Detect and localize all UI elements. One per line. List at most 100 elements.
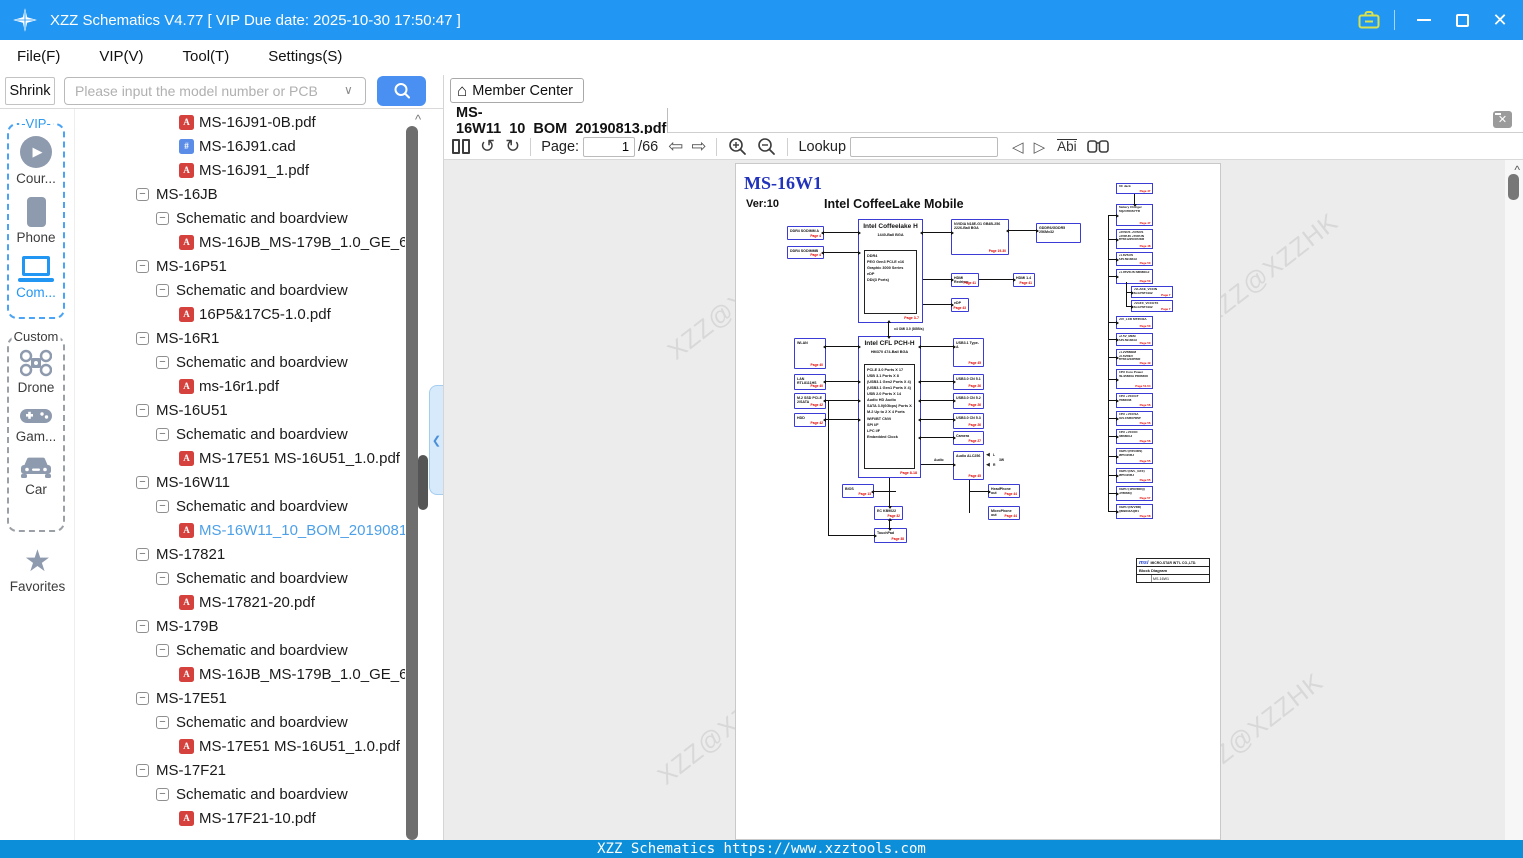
scroll-up-icon[interactable]: ^	[410, 112, 426, 127]
sidebar-item-drone[interactable]: Drone	[9, 349, 63, 395]
sidebar-item-car[interactable]: Car	[9, 455, 63, 497]
sidebar-item-label: Gam...	[15, 429, 57, 444]
page-number-input[interactable]	[583, 136, 636, 157]
collapse-minus-icon[interactable]: −	[136, 259, 149, 273]
next-page-icon[interactable]: ⇨	[691, 136, 706, 157]
lookup-input[interactable]	[850, 136, 999, 157]
tree-node[interactable]: − MS-17E51	[76, 686, 405, 710]
collapse-minus-icon[interactable]: −	[136, 691, 149, 705]
zoom-out-icon[interactable]	[757, 137, 776, 156]
collapse-minus-icon[interactable]: −	[156, 571, 169, 585]
pdf-file-icon: A	[179, 594, 194, 610]
tree-node[interactable]: − MS-17821	[76, 542, 405, 566]
collapse-minus-icon[interactable]: −	[156, 355, 169, 369]
two-page-view-icon[interactable]	[452, 139, 470, 154]
tree-file-item[interactable]: A MS-16JB_MS-179B_1.0_GE_6GM	[76, 230, 405, 254]
close-document-icon[interactable]: ✕	[1493, 111, 1512, 128]
collapse-panel-handle[interactable]: ❮	[429, 385, 443, 495]
collapse-minus-icon[interactable]: −	[156, 715, 169, 729]
briefcase-icon[interactable]	[1358, 11, 1380, 29]
tree-file-item[interactable]: A MS-16J91-0B.pdf	[76, 110, 405, 134]
tree-file-item[interactable]: A MS-17821-20.pdf	[76, 590, 405, 614]
tree-node[interactable]: − MS-16P51	[76, 254, 405, 278]
tree-file-item[interactable]: A MS-16JB_MS-179B_1.0_GE_6GM	[76, 662, 405, 686]
search-button[interactable]	[377, 76, 426, 106]
rotate-left-icon[interactable]: ↺	[480, 136, 495, 157]
collapse-minus-icon[interactable]: −	[136, 475, 149, 489]
tree-node[interactable]: − MS-16JB	[76, 182, 405, 206]
maximize-button[interactable]	[1447, 0, 1477, 40]
tree-node[interactable]: − MS-179B	[76, 614, 405, 638]
collapse-minus-icon[interactable]: −	[136, 187, 149, 201]
find-next-icon[interactable]: ▷	[1034, 138, 1046, 156]
match-case-icon[interactable]: Abi	[1057, 138, 1077, 155]
tree-item-label: MS-17E51 MS-16U51_1.0.pdf	[199, 449, 400, 467]
tree-file-item[interactable]: A MS-16W11_10_BOM_20190813.pdf	[76, 518, 405, 542]
find-previous-icon[interactable]: ◁	[1012, 138, 1024, 156]
minimize-button[interactable]	[1409, 0, 1439, 40]
sidebar-item-com[interactable]: Com...	[9, 256, 63, 300]
tree-node[interactable]: − Schematic and boardview	[76, 782, 405, 806]
collapse-minus-icon[interactable]: −	[136, 403, 149, 417]
tree-scrollbar[interactable]	[406, 126, 418, 840]
tree-node[interactable]: − MS-16U51	[76, 398, 405, 422]
tree-scrollbar-overlay[interactable]	[418, 455, 428, 510]
collapse-minus-icon[interactable]: −	[136, 331, 149, 345]
tree-file-item[interactable]: A MS-16J91_1.pdf	[76, 158, 405, 182]
tree-node[interactable]: − Schematic and boardview	[76, 350, 405, 374]
tree-node[interactable]: − Schematic and boardview	[76, 422, 405, 446]
document-tab-bar: MS-16W11_10_BOM_20190813.pdf ✕	[444, 105, 1523, 137]
tree-node[interactable]: − MS-16R1	[76, 326, 405, 350]
diagram-block: WLAN Page 40	[794, 338, 826, 369]
diagram-subtitle: Intel CoffeeLake Mobile	[824, 197, 964, 211]
diagram-version: Ver:10	[746, 198, 780, 210]
collapse-minus-icon[interactable]: −	[156, 499, 169, 513]
document-tab[interactable]: MS-16W11_10_BOM_20190813.pdf	[444, 105, 668, 137]
arrow-head	[820, 250, 824, 255]
viewer-scrollbar[interactable]	[1508, 174, 1519, 200]
shrink-button[interactable]: Shrink	[5, 77, 55, 105]
previous-page-icon[interactable]: ⇦	[668, 136, 683, 157]
rotate-right-icon[interactable]: ↻	[505, 136, 520, 157]
tree-node[interactable]: − Schematic and boardview	[76, 278, 405, 302]
tree-file-item[interactable]: A MS-17E51 MS-16U51_1.0.pdf	[76, 446, 405, 470]
sidebar-item-gam[interactable]: Gam...	[9, 406, 63, 444]
close-button[interactable]: ✕	[1485, 0, 1515, 40]
collapse-minus-icon[interactable]: −	[156, 643, 169, 657]
tree-file-item[interactable]: A 16P5&17C5-1.0.pdf	[76, 302, 405, 326]
collapse-minus-icon[interactable]: −	[136, 619, 149, 633]
member-center-button[interactable]: ⌂ Member Center	[450, 78, 585, 103]
collapse-minus-icon[interactable]: −	[136, 547, 149, 561]
collapse-minus-icon[interactable]: −	[156, 211, 169, 225]
tree-node[interactable]: − Schematic and boardview	[76, 710, 405, 734]
collapse-minus-icon[interactable]: −	[156, 283, 169, 297]
zoom-in-icon[interactable]	[728, 137, 747, 156]
connector-line	[1134, 194, 1136, 204]
collapse-minus-icon[interactable]: −	[156, 427, 169, 441]
tree-node[interactable]: − Schematic and boardview	[76, 638, 405, 662]
speaker-right-icon: ◀	[986, 462, 990, 468]
tree-file-item[interactable]: A MS-17F21-10.pdf	[76, 806, 405, 830]
sidebar-item-favorites[interactable]: ★ Favorites	[0, 547, 75, 595]
collapse-minus-icon[interactable]: −	[156, 787, 169, 801]
tree-file-item[interactable]: A MS-17E51 MS-16U51_1.0.pdf	[76, 734, 405, 758]
menu-vip[interactable]: VIP(V)	[99, 48, 143, 65]
arrow-head	[870, 489, 874, 494]
menu-file[interactable]: File(F)	[17, 48, 60, 65]
tree-node[interactable]: − Schematic and boardview	[76, 566, 405, 590]
tree-node[interactable]: − MS-17F21	[76, 758, 405, 782]
tree-node[interactable]: − MS-16W11	[76, 470, 405, 494]
collapse-minus-icon[interactable]: −	[136, 763, 149, 777]
chevron-down-icon[interactable]: ∨	[344, 83, 353, 97]
tree-file-item[interactable]: Ams-16r1.pdf	[76, 374, 405, 398]
menu-tool[interactable]: Tool(T)	[183, 48, 230, 65]
menu-settings[interactable]: Settings(S)	[268, 48, 342, 65]
tree-file-item[interactable]: # MS-16J91.cad	[76, 134, 405, 158]
tree-node[interactable]: − Schematic and boardview	[76, 206, 405, 230]
tree-node[interactable]: − Schematic and boardview	[76, 494, 405, 518]
pdf-viewer[interactable]: XZZ@XZZHKXZZ@XZZHKXZZ@XZZHKXZZ@XZZHK MS-…	[444, 160, 1523, 840]
sidebar-item-phone[interactable]: Phone	[9, 197, 63, 245]
whole-word-icon[interactable]	[1086, 139, 1109, 154]
sidebar-item-cour[interactable]: ▶ Cour...	[9, 136, 63, 186]
search-input[interactable]	[64, 77, 366, 105]
